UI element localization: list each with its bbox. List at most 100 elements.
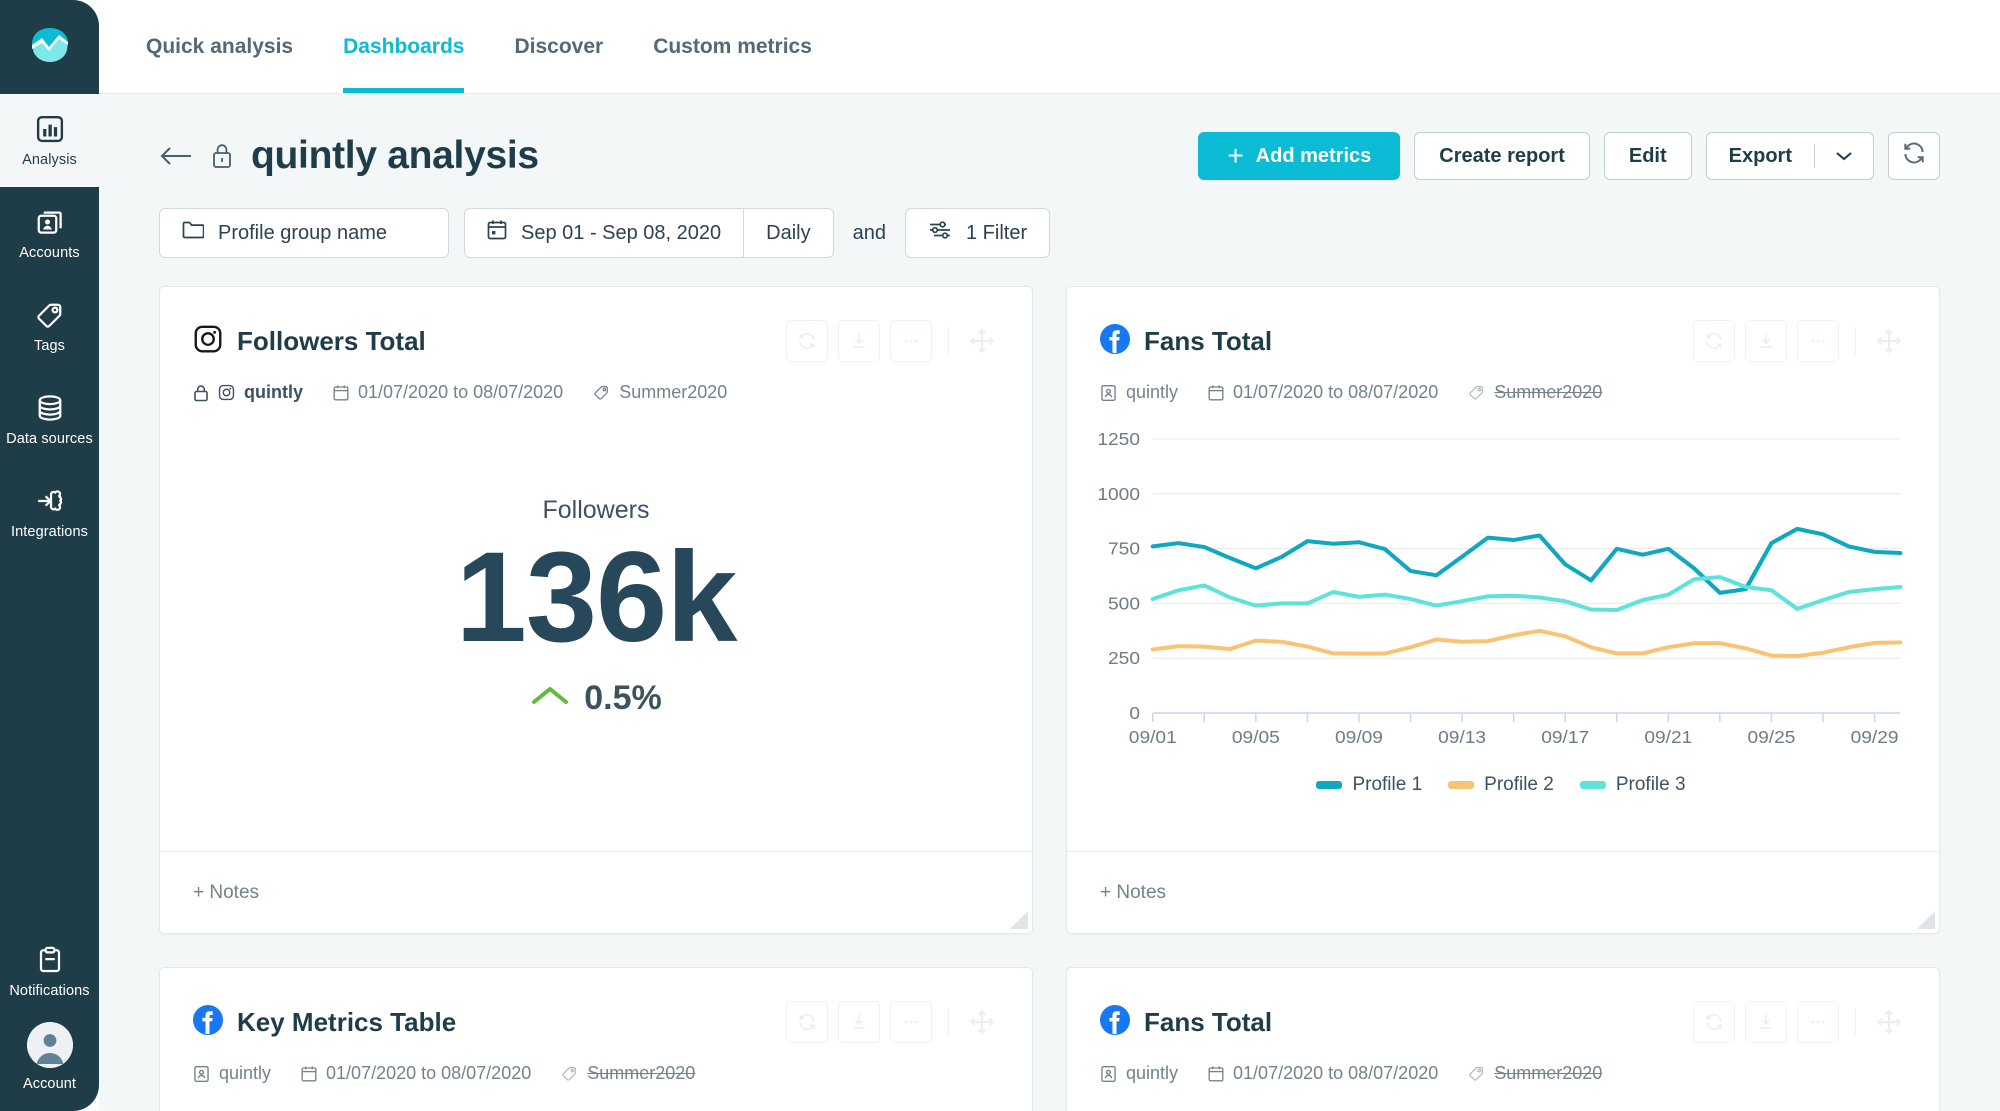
edit-button[interactable]: Edit	[1603, 132, 1692, 180]
card-more-button[interactable]	[1797, 1001, 1839, 1043]
card-more-button[interactable]	[890, 1001, 932, 1043]
legend-item-profile-3[interactable]: Profile 3	[1579, 774, 1686, 796]
card-download-button[interactable]	[1745, 1001, 1787, 1043]
card-tag: Summer2020	[593, 382, 727, 403]
legend-swatch	[1316, 781, 1343, 789]
app-logo[interactable]	[0, 0, 99, 94]
dashboard-grid: Followers Total quintly 01/07/2020 to 08…	[159, 258, 1940, 1111]
filter-bar: Profile group name Sep 01 - Sep 08, 2020…	[99, 180, 2000, 258]
card-title-row: Key Metrics Table	[193, 1001, 999, 1043]
card-tools-divider	[1855, 327, 1856, 355]
svg-text:09/05: 09/05	[1232, 727, 1280, 747]
card-body: Followers 136k 0.5%	[160, 403, 1032, 851]
tag-icon	[35, 300, 65, 330]
widget-card-fans-total-secondary[interactable]: Fans Total quintly 01/07/2020 to 08/07/2…	[1066, 967, 1940, 1111]
sidebar-item-account[interactable]: Account	[0, 1018, 99, 1111]
sidebar-item-label: Integrations	[11, 523, 88, 540]
svg-text:09/17: 09/17	[1541, 727, 1589, 747]
card-resize-grip[interactable]	[1917, 911, 1935, 929]
kpi-label: Followers	[542, 495, 650, 524]
sidebar-item-notifications[interactable]: Notifications	[0, 925, 99, 1018]
page-title: quintly analysis	[251, 134, 539, 177]
legend-item-profile-2[interactable]: Profile 2	[1448, 774, 1554, 796]
svg-text:750: 750	[1108, 538, 1140, 558]
tab-dashboards[interactable]: Dashboards	[318, 0, 489, 93]
main-area: Quick analysis Dashboards Discover Custo…	[99, 0, 2000, 1111]
accounts-icon	[35, 207, 65, 237]
card-notes-footer[interactable]: + Notes	[160, 851, 1032, 933]
export-button[interactable]: Export	[1705, 132, 1874, 180]
card-refresh-button[interactable]	[1693, 320, 1735, 362]
chevron-down-icon[interactable]	[1815, 150, 1873, 162]
dashboard-scroll-area[interactable]: Followers Total quintly 01/07/2020 to 08…	[99, 258, 2000, 1111]
sliders-icon	[928, 219, 952, 247]
widget-card-key-metrics-table[interactable]: Key Metrics Table quintly 01/07/2020 to …	[159, 967, 1033, 1111]
card-drag-handle-icon[interactable]	[965, 1005, 999, 1039]
card-tag-label: Summer2020	[1494, 382, 1603, 402]
tab-custom-metrics[interactable]: Custom metrics	[628, 0, 837, 93]
add-metrics-label: Add metrics	[1255, 144, 1372, 167]
tab-discover[interactable]: Discover	[489, 0, 628, 93]
card-date-range: 01/07/2020 to 08/07/2020	[1208, 1063, 1438, 1084]
card-profile: quintly	[1100, 1063, 1178, 1084]
sidebar-item-integrations[interactable]: Integrations	[0, 466, 99, 559]
card-profile-label: quintly	[1126, 1063, 1179, 1083]
kpi-delta-value: 0.5%	[584, 679, 662, 718]
filter-selector[interactable]: 1 Filter	[904, 208, 1051, 258]
card-header: Fans Total quintly 01/07/2020 to 08/07/2…	[1067, 968, 1939, 1084]
legend-item-profile-1[interactable]: Profile 1	[1316, 774, 1422, 796]
svg-text:09/25: 09/25	[1747, 727, 1795, 747]
back-arrow-icon[interactable]	[159, 144, 193, 168]
card-drag-handle-icon[interactable]	[1872, 1005, 1906, 1039]
card-refresh-button[interactable]	[1693, 1001, 1735, 1043]
card-download-button[interactable]	[1745, 320, 1787, 362]
refresh-button[interactable]	[1888, 132, 1940, 180]
svg-text:500: 500	[1108, 593, 1140, 613]
svg-text:250: 250	[1108, 648, 1140, 668]
card-tools	[786, 320, 999, 362]
add-metrics-button[interactable]: + Add metrics	[1198, 132, 1401, 180]
card-meta: quintly 01/07/2020 to 08/07/2020 Summer2…	[193, 1063, 999, 1084]
card-refresh-button[interactable]	[786, 320, 828, 362]
card-date-range-label: 01/07/2020 to 08/07/2020	[326, 1063, 532, 1083]
create-report-button[interactable]: Create report	[1414, 132, 1590, 180]
refresh-icon	[1901, 140, 1927, 172]
card-profile-label: quintly	[1126, 382, 1179, 402]
card-header: Key Metrics Table quintly 01/07/2020 to …	[160, 968, 1032, 1084]
profile-group-selector[interactable]: Profile group name	[159, 208, 449, 258]
card-tools	[786, 1001, 999, 1043]
svg-text:09/29: 09/29	[1851, 727, 1899, 747]
sidebar-item-analysis[interactable]: Analysis	[0, 94, 99, 187]
card-refresh-button[interactable]	[786, 1001, 828, 1043]
card-date-range-label: 01/07/2020 to 08/07/2020	[1233, 1063, 1439, 1083]
card-resize-grip[interactable]	[1010, 911, 1028, 929]
card-meta: quintly 01/07/2020 to 08/07/2020 Summer2…	[193, 382, 999, 403]
quintly-logo	[28, 25, 72, 69]
widget-card-fans-total[interactable]: Fans Total quintly 01/07/2020 to 08/07/2…	[1066, 286, 1940, 934]
line-chart[interactable]: 0 250 500 750 1000 1250 09/01 09/05 09/09 09/13 09…	[1067, 403, 1939, 851]
svg-text:0: 0	[1129, 703, 1140, 723]
card-download-button[interactable]	[838, 320, 880, 362]
date-interval-group: Sep 01 - Sep 08, 2020 Daily	[464, 208, 834, 258]
date-range-selector[interactable]: Sep 01 - Sep 08, 2020	[465, 209, 743, 257]
card-notes-footer[interactable]: + Notes	[1067, 851, 1939, 933]
sidebar-item-label: Accounts	[19, 244, 80, 261]
sidebar-item-accounts[interactable]: Accounts	[0, 187, 99, 280]
tab-quick-analysis[interactable]: Quick analysis	[146, 0, 318, 93]
sidebar-item-tags[interactable]: Tags	[0, 280, 99, 373]
card-drag-handle-icon[interactable]	[1872, 324, 1906, 358]
card-tag-label: Summer2020	[587, 1063, 696, 1083]
card-download-button[interactable]	[838, 1001, 880, 1043]
card-notes-label: + Notes	[193, 881, 260, 903]
card-more-button[interactable]	[890, 320, 932, 362]
card-tools-divider	[948, 1008, 949, 1036]
plus-icon: +	[1227, 140, 1244, 171]
trend-up-icon	[530, 683, 570, 714]
sidebar-item-data-sources[interactable]: Data sources	[0, 373, 99, 466]
widget-card-followers-total[interactable]: Followers Total quintly 01/07/2020 to 08…	[159, 286, 1033, 934]
card-header: Followers Total quintly 01/07/2020 to 08…	[160, 287, 1032, 403]
card-drag-handle-icon[interactable]	[965, 324, 999, 358]
interval-selector[interactable]: Daily	[744, 209, 832, 257]
card-more-button[interactable]	[1797, 320, 1839, 362]
filter-count-label: 1 Filter	[965, 221, 1028, 244]
